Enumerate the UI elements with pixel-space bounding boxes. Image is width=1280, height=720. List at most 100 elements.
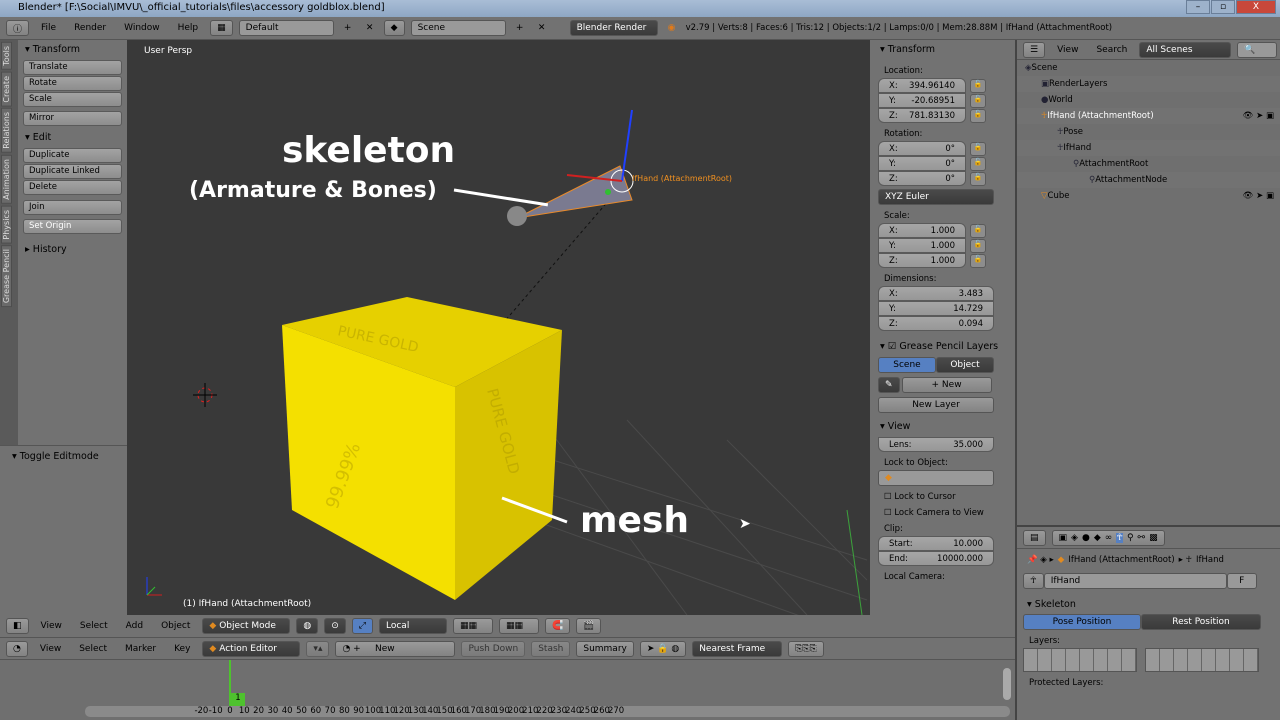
dope-menu-key[interactable]: Key xyxy=(168,644,196,654)
skeleton-header[interactable]: ▾ Skeleton xyxy=(1017,591,1280,614)
tab-tools[interactable]: Tools xyxy=(1,42,12,70)
dopesheet-editor-icon[interactable]: ◔ xyxy=(6,640,28,657)
editor-type-info-icon[interactable]: ⓘ xyxy=(6,20,30,36)
visibility-select-render-icons[interactable]: 👁 ➤ ▣ xyxy=(1243,111,1274,121)
dope-menu-view[interactable]: View xyxy=(34,644,67,654)
render-engine-select[interactable]: Blender Render xyxy=(569,20,658,36)
layout-icon[interactable]: ▦ xyxy=(210,20,233,36)
shading-select-icon[interactable]: ◍ xyxy=(296,618,319,634)
transform-panel-header[interactable]: ▾ Transform xyxy=(23,42,122,60)
bone-constraint-tab-icon[interactable]: ⚯ xyxy=(1138,533,1146,543)
duplicate-button[interactable]: Duplicate xyxy=(23,148,122,163)
dimensions-y-field[interactable]: Y: 14.729 xyxy=(878,301,994,316)
lens-field[interactable]: Lens: 35.000 xyxy=(878,437,994,452)
object-tab-icon[interactable]: ◆ xyxy=(1094,533,1101,543)
rotation-mode-select[interactable]: XYZ Euler xyxy=(878,189,994,205)
outliner-item[interactable]: ☥ IfHand (AttachmentRoot) 👁 ➤ ▣ xyxy=(1017,108,1280,124)
manipulator-toggle-icon[interactable]: ⤢ xyxy=(351,618,373,634)
bone-tab-icon[interactable]: ⚲ xyxy=(1127,533,1134,543)
scale-y-field[interactable]: Y: 1.000 xyxy=(878,238,966,253)
minimize-button[interactable]: – xyxy=(1186,0,1210,14)
scale-x-field[interactable]: X: 1.000 xyxy=(878,223,966,238)
view-header[interactable]: ▾ View xyxy=(878,419,1007,437)
outliner-editor-icon[interactable]: ☰ xyxy=(1023,41,1046,58)
location-y-field[interactable]: Y: -20.68951 xyxy=(878,93,966,108)
lock-cursor-checkbox[interactable]: ☐ Lock to Cursor xyxy=(884,492,1007,502)
duplicate-linked-button[interactable]: Duplicate Linked xyxy=(23,164,122,179)
tab-relations[interactable]: Relations xyxy=(1,108,12,154)
history-panel-header[interactable]: ▸ History xyxy=(23,242,122,260)
3d-menu-add[interactable]: Add xyxy=(120,621,149,631)
menu-window[interactable]: Window xyxy=(118,23,166,33)
outliner-item[interactable]: ▣ RenderLayers xyxy=(1017,76,1280,92)
menu-file[interactable]: File xyxy=(35,23,62,33)
render-preview-icon[interactable]: 🎬 xyxy=(576,618,602,634)
properties-editor-icon[interactable]: ▤ xyxy=(1023,529,1046,546)
menu-help[interactable]: Help xyxy=(172,23,205,33)
outliner-menu-view[interactable]: View xyxy=(1051,45,1084,55)
scene-icon[interactable]: ◆ xyxy=(383,20,405,36)
3d-menu-object[interactable]: Object xyxy=(155,621,196,631)
tab-create[interactable]: Create xyxy=(1,71,12,107)
constraints-tab-icon[interactable]: ∞ xyxy=(1105,533,1113,543)
vertical-scrollbar[interactable] xyxy=(1003,668,1011,700)
rotation-y-field[interactable]: Y: 0° xyxy=(878,156,966,171)
context-tabs[interactable]: ▣ ◈ ● ◆ ∞ ☥ ⚲ ⚯ ▩ xyxy=(1051,529,1165,546)
remove-scene-icon[interactable]: ✕ xyxy=(534,20,550,36)
scale-z-field[interactable]: Z: 1.000 xyxy=(878,253,966,268)
outliner-item[interactable]: ⚲ AttachmentNode xyxy=(1017,172,1280,188)
lock-icon[interactable]: 🔓 xyxy=(970,223,986,238)
layers-grid[interactable] xyxy=(1017,648,1280,672)
lock-icon[interactable]: 🔓 xyxy=(970,78,986,93)
layer-arrows-icon[interactable]: ▾▴ xyxy=(306,640,330,657)
transform-orientation-select[interactable]: Local xyxy=(379,618,447,634)
remove-icon[interactable]: ✕ xyxy=(362,20,378,36)
copy-paste-icons[interactable]: ⎘⎘⎘ xyxy=(788,640,824,657)
add-icon[interactable]: + xyxy=(340,20,356,36)
outliner-item[interactable]: ☥ IfHand xyxy=(1017,140,1280,156)
stash-button[interactable]: Stash xyxy=(531,640,571,657)
outliner-item[interactable]: ⚲ AttachmentRoot xyxy=(1017,156,1280,172)
3d-viewport[interactable]: User Persp PURE GOLD 99.99% PURE GOLD If… xyxy=(127,40,870,615)
maximize-button[interactable]: ▫ xyxy=(1211,0,1235,14)
texture-tab-icon[interactable]: ▩ xyxy=(1149,533,1158,543)
world-tab-icon[interactable]: ● xyxy=(1082,533,1090,543)
dopesheet-timeline[interactable]: 1 -20 -10 0 10 20 30 40 50 60 70 80 90 100 110 120 130 1… xyxy=(0,660,1015,720)
join-button[interactable]: Join xyxy=(23,200,122,215)
mirror-button[interactable]: Mirror xyxy=(23,111,122,126)
search-field[interactable]: 🔍 xyxy=(1237,41,1278,58)
display-mode-select[interactable]: All Scenes xyxy=(1139,41,1232,58)
scene-tab-icon[interactable]: ◈ xyxy=(1071,533,1078,543)
lock-icon[interactable]: 🔓 xyxy=(970,238,986,253)
armature-browse-icon[interactable]: ☥ xyxy=(1023,573,1044,589)
lock-object-field[interactable]: ◆ xyxy=(878,470,994,486)
pencil-icon[interactable]: ✎ xyxy=(878,377,900,393)
translate-button[interactable]: Translate xyxy=(23,60,122,75)
outliner-item[interactable]: ◈ Scene xyxy=(1017,60,1280,76)
new-layer-button[interactable]: New Layer xyxy=(878,397,994,413)
armature-name-field[interactable]: IfHand xyxy=(1043,573,1227,589)
pivot-select-icon[interactable]: ⊙ xyxy=(324,618,346,634)
rotation-x-field[interactable]: X: 0° xyxy=(878,141,966,156)
close-button[interactable]: X xyxy=(1236,0,1276,14)
lock-icon[interactable]: 🔓 xyxy=(970,253,986,268)
tab-physics[interactable]: Physics xyxy=(1,205,12,244)
transform-header[interactable]: ▾ Transform xyxy=(878,42,1007,60)
render-tab-icon[interactable]: ▣ xyxy=(1059,533,1068,543)
menu-render[interactable]: Render xyxy=(68,23,112,33)
outliner-item[interactable]: ☥ Pose xyxy=(1017,124,1280,140)
summary-toggle[interactable]: Summary xyxy=(576,640,634,657)
lock-camera-checkbox[interactable]: ☐ Lock Camera to View xyxy=(884,508,1007,518)
clip-start-field[interactable]: Start: 10.000 xyxy=(878,536,994,551)
outliner-item[interactable]: ● World xyxy=(1017,92,1280,108)
delete-button[interactable]: Delete xyxy=(23,180,122,195)
operator-panel-header[interactable]: ▾ Toggle Editmode xyxy=(10,449,117,467)
outliner-menu-search[interactable]: Search xyxy=(1090,45,1133,55)
dimensions-x-field[interactable]: X: 3.483 xyxy=(878,286,994,301)
layer-buttons-left[interactable] xyxy=(1023,648,1137,672)
rotate-button[interactable]: Rotate xyxy=(23,76,122,91)
set-origin-dropdown[interactable]: Set Origin xyxy=(23,219,122,234)
layers-selector-2[interactable]: ▦▦ xyxy=(499,618,539,634)
lock-icon[interactable]: 🔓 xyxy=(970,141,986,156)
filter-icons[interactable]: ➤ 🔒 ◍ xyxy=(639,640,687,657)
